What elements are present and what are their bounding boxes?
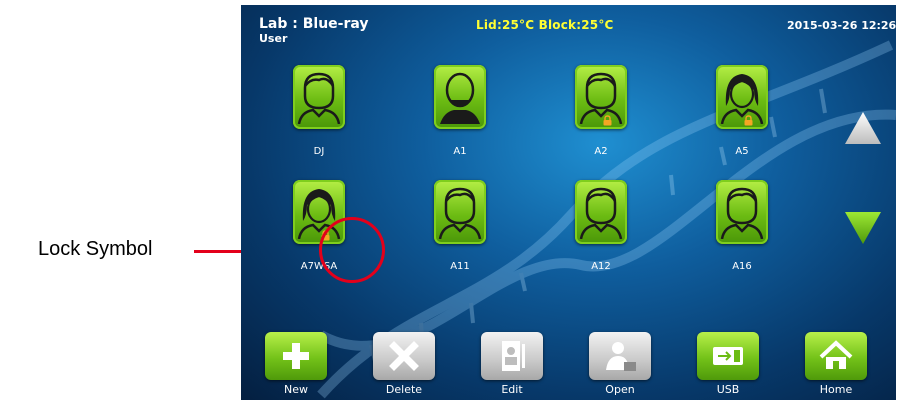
user-name: A12 bbox=[591, 261, 611, 272]
home-icon bbox=[819, 340, 853, 369]
male-icon bbox=[720, 187, 764, 239]
user-tile[interactable]: A11 bbox=[434, 180, 498, 272]
male-icon bbox=[579, 72, 623, 124]
user-name: A1 bbox=[453, 146, 467, 157]
user-tile[interactable]: A1 bbox=[434, 65, 498, 157]
scroll-down-arrow-icon[interactable] bbox=[843, 210, 883, 246]
home-button[interactable] bbox=[805, 332, 867, 380]
device-screen: Lab : Blue-ray User Lid:25°C Block:25°C … bbox=[241, 5, 896, 400]
female-icon bbox=[720, 74, 764, 124]
lock-icon bbox=[744, 115, 753, 126]
user-name: A11 bbox=[450, 261, 470, 272]
plus-icon bbox=[283, 343, 309, 369]
user-tile[interactable]: DJ bbox=[293, 65, 357, 157]
open-user-icon bbox=[606, 342, 636, 371]
home-button-label: Home bbox=[819, 383, 853, 396]
bald-bearded-icon bbox=[440, 72, 480, 124]
user-name: A5 bbox=[735, 146, 749, 157]
lab-title: Lab : Blue-ray bbox=[259, 16, 369, 32]
lock-symbol-callout-label: Lock Symbol bbox=[38, 238, 153, 260]
male-icon bbox=[297, 72, 341, 124]
user-name: A16 bbox=[732, 261, 752, 272]
edit-button-label: Edit bbox=[501, 383, 523, 396]
lock-highlight-circle bbox=[319, 217, 385, 283]
temperature-status: Lid:25°C Block:25°C bbox=[476, 18, 614, 32]
user-subtitle: User bbox=[259, 32, 288, 45]
user-name: DJ bbox=[313, 146, 325, 157]
user-tile[interactable]: A12 bbox=[575, 180, 639, 272]
new-button-label: New bbox=[284, 383, 308, 396]
user-tile[interactable]: A5 bbox=[716, 65, 780, 157]
usb-button-label: USB bbox=[716, 383, 740, 396]
male-icon bbox=[438, 187, 482, 239]
edit-profile-icon bbox=[502, 341, 525, 371]
user-tile[interactable]: A16 bbox=[716, 180, 780, 272]
usb-button[interactable] bbox=[697, 332, 759, 380]
delete-button[interactable] bbox=[373, 332, 435, 380]
user-tile[interactable]: A2 bbox=[575, 65, 639, 157]
male-icon bbox=[579, 187, 623, 239]
open-button[interactable] bbox=[589, 332, 651, 380]
delete-x-icon bbox=[389, 341, 419, 371]
edit-button[interactable] bbox=[481, 332, 543, 380]
lock-icon bbox=[603, 115, 612, 126]
user-name: A2 bbox=[594, 146, 608, 157]
open-button-label: Open bbox=[605, 383, 635, 396]
delete-button-label: Delete bbox=[385, 383, 423, 396]
datetime: 2015-03-26 12:26 bbox=[787, 19, 896, 32]
usb-icon bbox=[713, 347, 743, 365]
scroll-up-arrow-icon[interactable] bbox=[843, 110, 883, 146]
new-button[interactable] bbox=[265, 332, 327, 380]
